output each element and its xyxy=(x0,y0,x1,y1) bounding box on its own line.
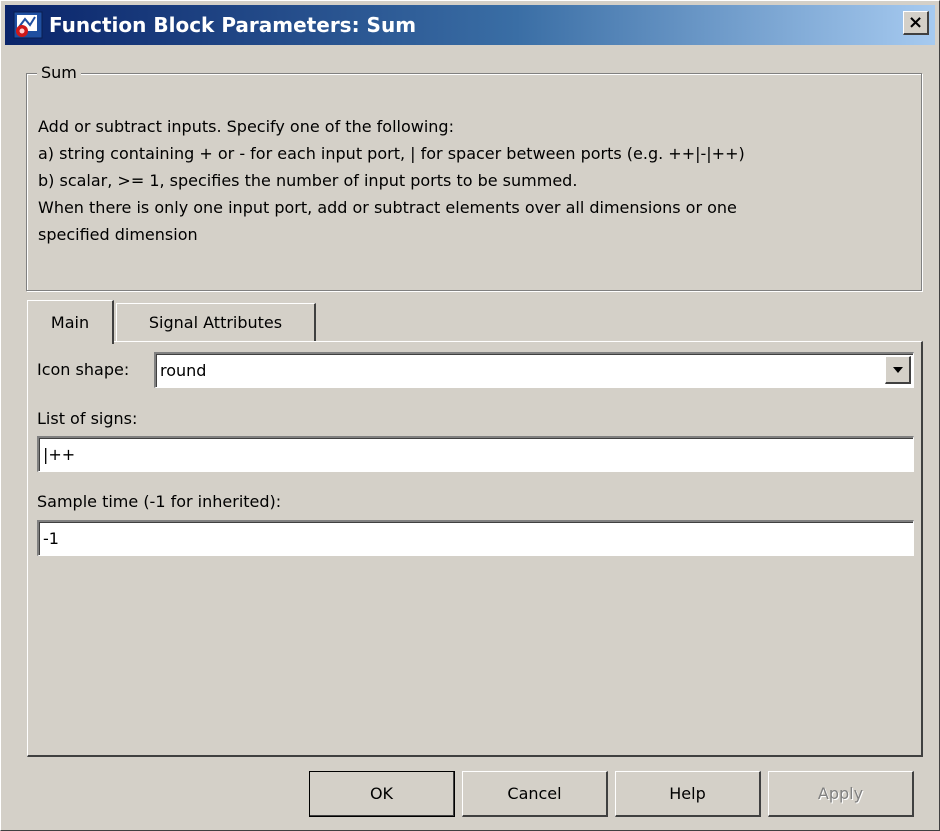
triangle-down-icon xyxy=(892,366,903,373)
tab-main[interactable]: Main xyxy=(27,300,114,344)
icon-shape-select[interactable]: round xyxy=(154,352,914,388)
icon-shape-value: round xyxy=(160,361,207,380)
description-line: Add or subtract inputs. Specify one of t… xyxy=(38,117,454,136)
description-line: b) scalar, >= 1, specifies the number of… xyxy=(38,171,578,190)
tab-signal-attributes[interactable]: Signal Attributes xyxy=(116,303,316,341)
simulink-block-icon xyxy=(13,11,43,39)
apply-button[interactable]: Apply xyxy=(768,771,914,817)
list-of-signs-value: |++ xyxy=(43,445,76,464)
description-line: specified dimension xyxy=(38,225,198,244)
dropdown-button[interactable] xyxy=(885,356,911,384)
list-of-signs-label: List of signs: xyxy=(37,409,138,428)
main-tab-panel: Icon shape: round List of signs: |++ Sam… xyxy=(27,341,923,757)
list-of-signs-input[interactable]: |++ xyxy=(37,436,914,472)
close-icon: × xyxy=(907,11,924,33)
window-title: Function Block Parameters: Sum xyxy=(49,13,417,37)
help-button[interactable]: Help xyxy=(615,771,761,817)
description-line: a) string containing + or - for each inp… xyxy=(38,144,745,163)
dialog-window: Function Block Parameters: Sum × Sum Add… xyxy=(0,0,940,831)
description-line: When there is only one input port, add o… xyxy=(38,198,737,217)
icon-shape-label: Icon shape: xyxy=(37,360,130,379)
ok-button[interactable]: OK xyxy=(309,771,455,817)
group-legend: Sum xyxy=(37,63,81,82)
sample-time-input[interactable]: -1 xyxy=(37,520,914,556)
cancel-button[interactable]: Cancel xyxy=(462,771,608,817)
title-bar[interactable]: Function Block Parameters: Sum × xyxy=(5,5,935,45)
sample-time-label: Sample time (-1 for inherited): xyxy=(37,492,282,511)
block-description: Add or subtract inputs. Specify one of t… xyxy=(38,113,918,248)
close-button[interactable]: × xyxy=(903,11,929,35)
sample-time-value: -1 xyxy=(43,529,59,548)
